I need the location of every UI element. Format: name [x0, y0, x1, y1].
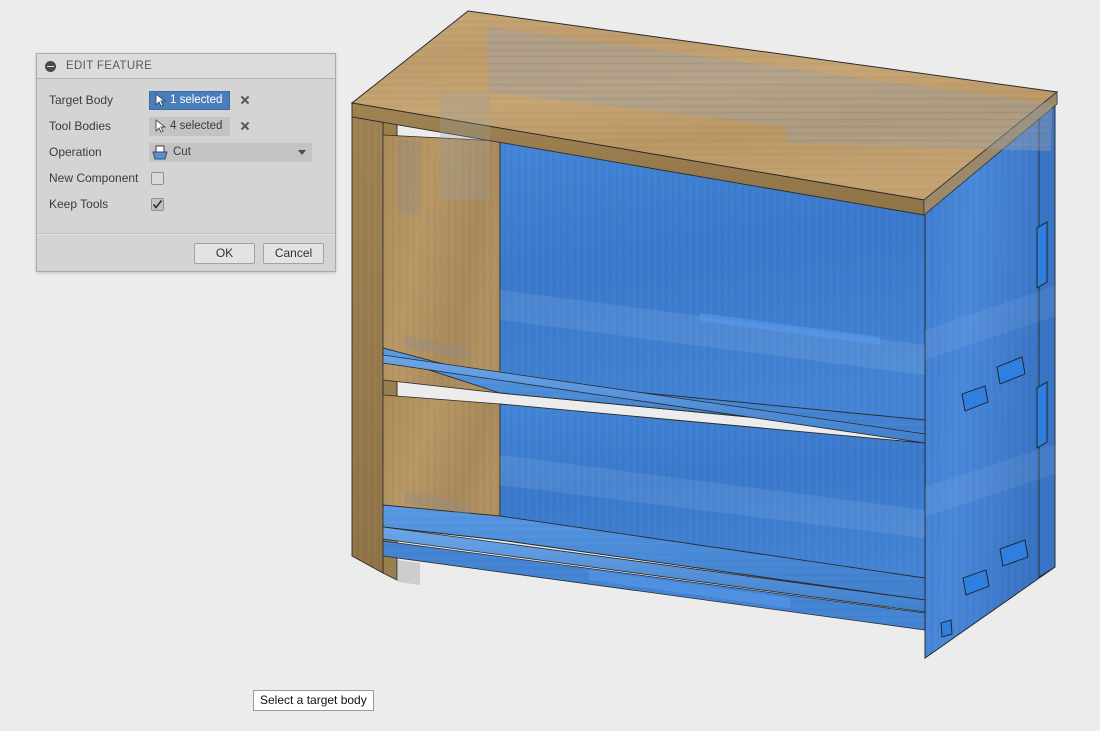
collapse-circle-minus-icon[interactable]	[45, 60, 56, 72]
cursor-arrow-icon	[155, 93, 167, 107]
target-body-count: 1 selected	[170, 94, 223, 106]
control-tool-bodies: 4 selected	[149, 116, 253, 136]
new-component-checkbox[interactable]	[151, 171, 164, 185]
chevron-down-icon[interactable]	[298, 149, 306, 155]
dialog-titlebar[interactable]: EDIT FEATURE	[37, 54, 335, 79]
dialog-footer: OK Cancel	[37, 235, 335, 271]
edit-feature-dialog[interactable]: EDIT FEATURE Target Body 1 selected Tool…	[36, 53, 336, 272]
label-keep-tools: Keep Tools	[49, 197, 109, 211]
label-target-body: Target Body	[49, 93, 114, 107]
operation-value: Cut	[173, 146, 191, 158]
control-target-body: 1 selected	[149, 90, 253, 110]
label-operation: Operation	[49, 145, 102, 159]
cursor-arrow-icon	[155, 119, 167, 133]
tool-bodies-close-x-icon[interactable]	[237, 118, 253, 134]
ok-button[interactable]: OK	[194, 242, 255, 264]
tool-bodies-selection-field[interactable]: 4 selected	[149, 116, 231, 136]
row-new-component: New Component	[37, 165, 335, 191]
row-keep-tools: Keep Tools	[37, 191, 335, 217]
target-body-selection-field[interactable]: 1 selected	[149, 90, 231, 110]
dialog-body: Target Body 1 selected Tool Bodies 4 sel…	[37, 79, 335, 233]
row-operation: Operation Cut	[37, 139, 335, 165]
dialog-title: EDIT FEATURE	[66, 60, 153, 72]
label-new-component: New Component	[49, 171, 139, 185]
status-tooltip: Select a target body	[253, 690, 374, 711]
target-body-close-x-icon[interactable]	[237, 92, 253, 108]
checkmark-icon	[152, 199, 163, 209]
operation-dropdown[interactable]: Cut	[149, 142, 312, 162]
tool-bodies-count: 4 selected	[170, 120, 223, 132]
cancel-button[interactable]: Cancel	[263, 242, 324, 264]
cut-operation-icon	[152, 145, 168, 159]
row-target-body: Target Body 1 selected	[37, 87, 335, 113]
row-tool-bodies: Tool Bodies 4 selected	[37, 113, 335, 139]
keep-tools-checkbox[interactable]	[151, 197, 164, 211]
label-tool-bodies: Tool Bodies	[49, 119, 112, 133]
